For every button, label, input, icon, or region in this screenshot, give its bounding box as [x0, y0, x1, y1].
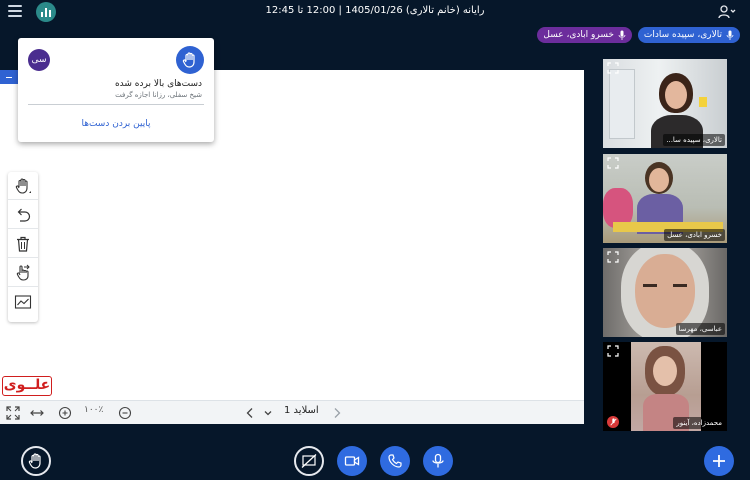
- hand-tool-button[interactable]: [8, 172, 38, 200]
- phone-hangup-icon: [388, 454, 402, 468]
- zoom-out-icon[interactable]: [118, 406, 132, 420]
- screen-share-button[interactable]: [294, 446, 324, 476]
- minimize-presentation-button[interactable]: [0, 70, 18, 84]
- top-bar: رایانه (خانم تالاری) 1405/01/26 | 12:00 …: [0, 0, 750, 24]
- chevron-down-icon[interactable]: [261, 406, 275, 420]
- zoom-level: ۱۰۰٪: [84, 405, 104, 415]
- next-slide-icon[interactable]: [330, 406, 344, 420]
- participant-name: خسرو ابادی، عسل: [664, 229, 725, 241]
- camera-icon: [344, 456, 360, 466]
- expand-icon[interactable]: [607, 157, 619, 169]
- fit-width-icon[interactable]: [30, 406, 44, 420]
- expand-icon[interactable]: [607, 345, 619, 357]
- user-settings-icon[interactable]: [718, 4, 736, 20]
- notification-title: دست‌های بالا برده شده: [114, 79, 202, 89]
- presentation-toolbar: ۱۰۰٪ اسلاید 1: [0, 400, 584, 424]
- line-chart-icon: [14, 295, 32, 309]
- plus-icon: [713, 455, 725, 467]
- talking-name: تالاری، سپیده سادات: [643, 30, 722, 40]
- microphone-icon: [726, 30, 734, 40]
- notification-subtitle: شیخ سفلی، رزانا اجازه گرفت: [115, 91, 202, 99]
- slide-selector[interactable]: اسلاید 1: [284, 405, 319, 416]
- raise-hand-button[interactable]: [21, 446, 51, 476]
- microphone-icon: [432, 453, 444, 468]
- talking-name: خسرو ابادی، عسل: [543, 30, 614, 40]
- undo-icon: [17, 208, 31, 222]
- divider: [28, 104, 204, 105]
- video-tile[interactable]: تالاری، سپیده سا...: [603, 59, 727, 148]
- raise-hand-icon: [28, 453, 41, 469]
- mute-mic-button[interactable]: [423, 446, 453, 476]
- video-tile[interactable]: عباسی، مهرسا: [603, 248, 727, 337]
- lower-hands-button[interactable]: پایین بردن دست‌ها: [18, 119, 214, 129]
- previous-slide-icon[interactable]: [243, 406, 257, 420]
- microphone-icon: [618, 30, 626, 40]
- raise-hand-icon: [176, 46, 204, 74]
- video-tile[interactable]: خسرو ابادی، عسل: [603, 154, 727, 243]
- hand-icon: [15, 177, 31, 194]
- video-tile[interactable]: محمدزاده، آینور: [603, 342, 727, 431]
- pointer-hand-icon: [16, 264, 30, 281]
- meeting-title: رایانه (خانم تالاری) 1405/01/26 | 12:00 …: [265, 5, 485, 16]
- undo-button[interactable]: [8, 201, 38, 229]
- trash-icon: [17, 236, 29, 252]
- participant-name: عباسی، مهرسا: [675, 323, 725, 335]
- whiteboard-toolbar: [8, 172, 38, 322]
- multi-user-button[interactable]: [8, 259, 38, 287]
- audio-phone-button[interactable]: [380, 446, 410, 476]
- watermark-logo: علــوی: [2, 376, 52, 396]
- expand-icon[interactable]: [607, 251, 619, 263]
- talking-indicators: تالاری، سپیده سادات خسرو ابادی، عسل: [537, 27, 740, 43]
- participant-name: محمدزاده، آینور: [673, 417, 725, 429]
- clear-annotations-button[interactable]: [8, 230, 38, 258]
- screen-share-off-icon: [301, 454, 317, 468]
- line-chart-button[interactable]: [8, 288, 38, 316]
- talking-pill[interactable]: تالاری، سپیده سادات: [637, 27, 740, 43]
- muted-mic-icon: [607, 416, 619, 428]
- talking-pill[interactable]: خسرو ابادی، عسل: [537, 27, 632, 43]
- expand-icon[interactable]: [607, 62, 619, 74]
- raised-hands-notification: سی دست‌های بالا برده شده شیخ سفلی، رزانا…: [18, 38, 214, 142]
- camera-button[interactable]: [337, 446, 367, 476]
- avatar: سی: [28, 49, 50, 71]
- participant-name: تالاری، سپیده سا...: [663, 134, 725, 146]
- actions-plus-button[interactable]: [704, 446, 734, 476]
- zoom-in-icon[interactable]: [58, 406, 72, 420]
- fullscreen-icon[interactable]: [6, 406, 20, 420]
